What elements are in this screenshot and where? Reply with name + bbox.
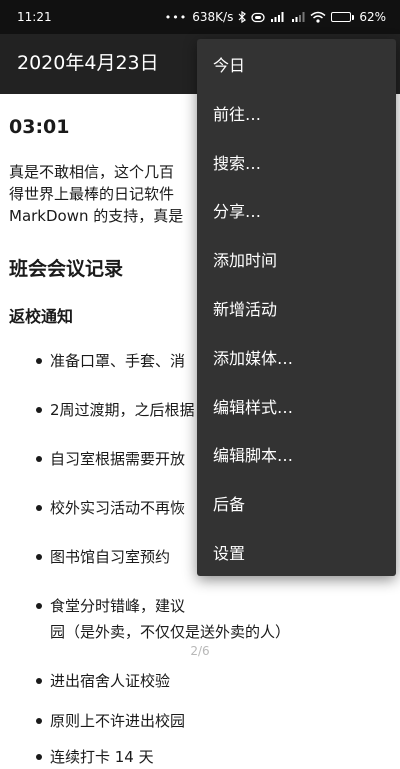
- section-heading: 班会会议记录: [9, 258, 124, 280]
- bullet-dot: [36, 718, 42, 724]
- menu-item-search[interactable]: 搜索…: [197, 137, 396, 186]
- bullet-dot: [36, 754, 42, 760]
- battery-icon: [331, 12, 355, 22]
- menu-item-backup[interactable]: 后备: [197, 478, 396, 527]
- status-icons: ••• 638K/s 62%: [165, 10, 386, 24]
- signal-icon: [292, 12, 305, 22]
- bluetooth-icon: [238, 11, 247, 23]
- wifi-icon: [310, 11, 326, 23]
- menu-item-add-media[interactable]: 添加媒体…: [197, 332, 396, 381]
- list-item: 校外实习活动不再恢: [50, 499, 186, 517]
- network-speed: 638K/s: [192, 10, 234, 24]
- page-title[interactable]: 2020年4月23日: [17, 48, 159, 75]
- status-time: 11:21: [17, 10, 52, 24]
- menu-item-new-activity[interactable]: 新增活动: [197, 283, 396, 332]
- page-indicator: 2/6: [190, 644, 210, 658]
- battery-percent: 62%: [359, 10, 386, 24]
- list-item: 2周过渡期，之后根据: [50, 401, 195, 419]
- subsection-heading: 返校通知: [9, 307, 74, 326]
- list-item: 准备口罩、手套、消: [50, 352, 186, 370]
- list-item: 图书馆自习室预约: [50, 548, 171, 566]
- status-bar: 11:21 ••• 638K/s 62%: [0, 0, 400, 34]
- bullet-dot: [36, 678, 42, 684]
- menu-item-settings[interactable]: 设置: [197, 527, 396, 576]
- menu-item-edit-script[interactable]: 编辑脚本…: [197, 429, 396, 478]
- list-item-continuation: 园（是外卖，不仅仅是送外卖的人）: [50, 623, 291, 641]
- list-item: 连续打卡 14 天: [50, 748, 154, 766]
- menu-item-add-time[interactable]: 添加时间: [197, 234, 396, 283]
- list-item: 自习室根据需要开放: [50, 450, 186, 468]
- list-item: 原则上不许进出校园: [50, 712, 186, 730]
- list-item: 食堂分时错峰，建议: [50, 597, 186, 615]
- menu-item-share[interactable]: 分享…: [197, 185, 396, 234]
- bullet-dot: [36, 407, 42, 413]
- menu-item-edit-style[interactable]: 编辑样式…: [197, 381, 396, 430]
- bullet-dot: [36, 456, 42, 462]
- menu-item-goto[interactable]: 前往…: [197, 88, 396, 137]
- bullet-dot: [36, 603, 42, 609]
- notification-dots: •••: [164, 10, 188, 24]
- overflow-menu: 今日 前往… 搜索… 分享… 添加时间 新增活动 添加媒体… 编辑样式… 编辑脚…: [197, 39, 396, 576]
- time-heading: 03:01: [9, 116, 70, 138]
- signal-hd-icon: [271, 12, 284, 22]
- bullet-dot: [36, 505, 42, 511]
- menu-item-today[interactable]: 今日: [197, 39, 396, 88]
- bullet-dot: [36, 554, 42, 560]
- alarm-icon: [251, 12, 265, 22]
- list-item: 进出宿舍人证校验: [50, 672, 171, 690]
- bullet-dot: [36, 358, 42, 364]
